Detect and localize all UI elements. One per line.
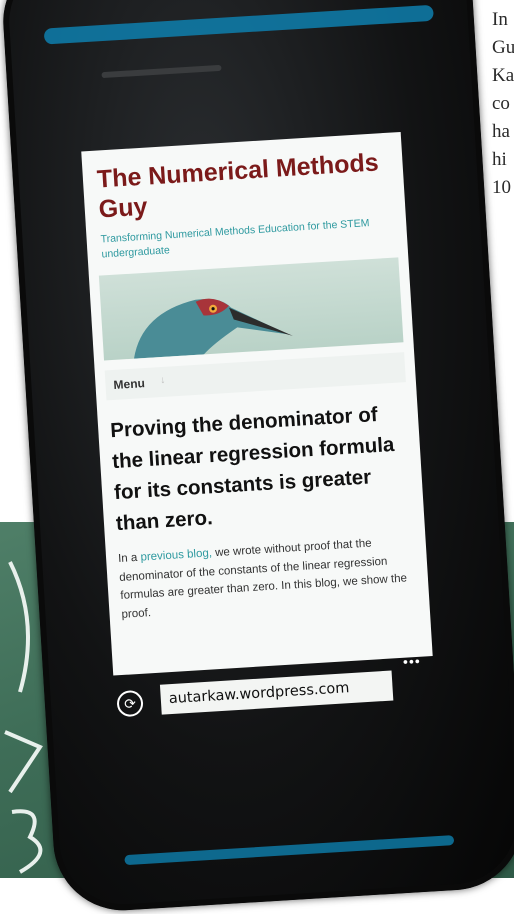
site-tagline: Transforming Numerical Methods Education… <box>100 217 370 261</box>
more-icon[interactable]: ••• <box>403 653 422 670</box>
menu-label[interactable]: Menu <box>113 376 145 392</box>
phone-screen: The Numerical Methods Guy Transforming N… <box>81 131 433 676</box>
post-excerpt: In a previous blog, we wrote without pro… <box>118 532 418 624</box>
background-page-text: In Gu Ka co ha hi 10 <box>492 6 514 202</box>
post-title[interactable]: Proving the denominator of the linear re… <box>109 397 416 539</box>
site-title[interactable]: The Numerical Methods Guy <box>96 146 399 224</box>
previous-blog-link[interactable]: previous blog, <box>140 547 212 563</box>
refresh-icon[interactable]: ⟳ <box>116 689 144 718</box>
smartphone: The Numerical Methods Guy Transforming N… <box>0 0 514 914</box>
background-text-line: In <box>492 9 508 30</box>
background-text-line: ha <box>492 121 510 142</box>
background-text-line: Gu <box>492 37 514 58</box>
background-text-line: Ka <box>492 65 514 86</box>
background-text-line: co <box>492 93 510 114</box>
bird-illustration <box>133 298 293 359</box>
header-bird-image <box>98 257 404 361</box>
background-text-line: hi <box>492 149 507 170</box>
background-text-line: 10 <box>492 177 511 198</box>
menu-caret-icon: ↓ <box>160 374 166 387</box>
menu-bar[interactable]: Menu ↓ <box>104 352 406 401</box>
post-text: In a <box>117 551 141 566</box>
